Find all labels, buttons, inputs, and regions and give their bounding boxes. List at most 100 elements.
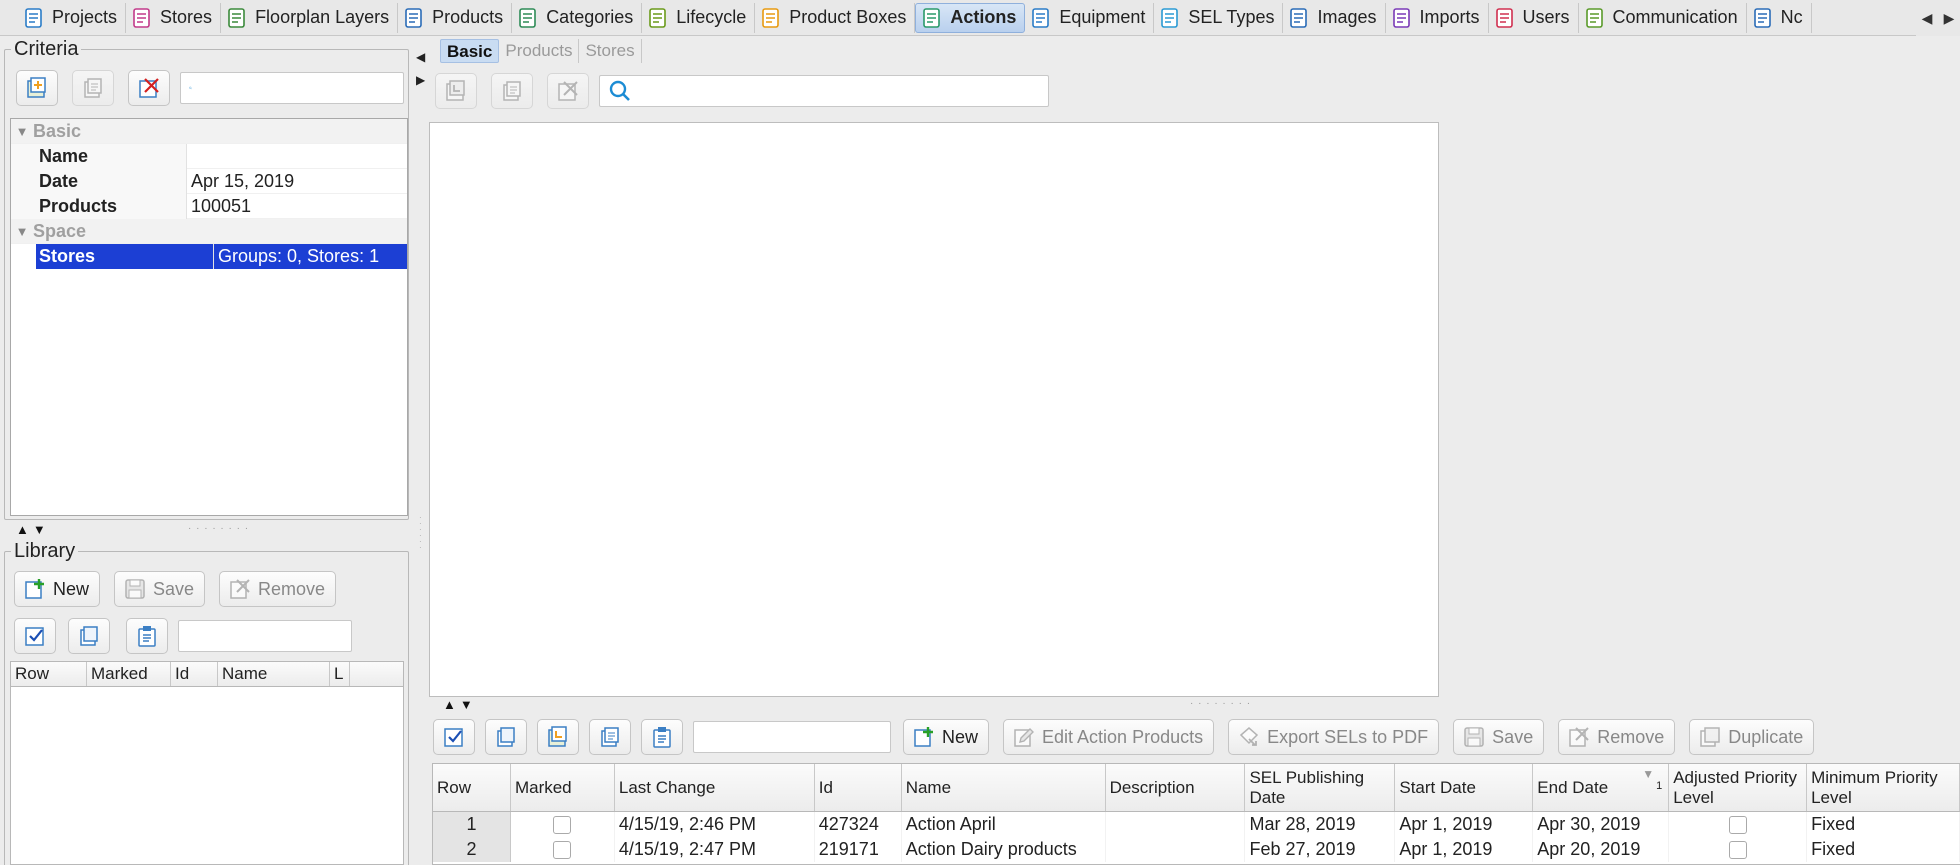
cell-id: 219171: [815, 837, 902, 862]
detail-search-input[interactable]: [636, 82, 1048, 100]
actions-search-input[interactable]: [706, 728, 913, 746]
cell-name: Action Dairy products: [902, 837, 1106, 862]
section-basic[interactable]: ▼ Basic: [11, 119, 407, 144]
library-clipboard-button[interactable]: [126, 618, 168, 654]
tab-images[interactable]: Images: [1283, 2, 1386, 33]
property-value[interactable]: [187, 144, 407, 169]
marked-checkbox[interactable]: [553, 841, 572, 860]
product-boxes-icon: [760, 7, 782, 29]
cell-min-priority: Fixed: [1807, 812, 1960, 837]
property-date[interactable]: Date Apr 15, 2019: [11, 168, 407, 194]
column-name[interactable]: Name: [902, 764, 1106, 811]
subtab-products[interactable]: Products: [499, 39, 580, 63]
expand-triangle-icon[interactable]: ▼: [11, 224, 33, 239]
tab-lifecycle[interactable]: Lifecycle: [642, 2, 756, 33]
communication-icon: [1584, 7, 1606, 29]
actions-list-button[interactable]: [589, 719, 631, 755]
property-value[interactable]: 100051: [187, 194, 407, 219]
actions-copy-button[interactable]: [485, 719, 527, 755]
stores-icon: [131, 7, 153, 29]
column-description[interactable]: Description: [1106, 764, 1246, 811]
library-new-button[interactable]: New: [14, 571, 101, 607]
column-last-change[interactable]: Last Change: [615, 764, 815, 811]
marked-checkbox[interactable]: [553, 816, 572, 835]
adjusted-checkbox[interactable]: [1728, 816, 1747, 835]
criteria-splitter-grip[interactable]: · · · · · · · ·: [188, 523, 249, 534]
tab-sel-types[interactable]: SEL Types: [1154, 2, 1284, 33]
tab-users[interactable]: Users: [1489, 2, 1579, 33]
actions-save-button[interactable]: Save: [1453, 719, 1545, 755]
tab-communication[interactable]: Communication: [1579, 2, 1747, 33]
expand-triangle-icon[interactable]: ▼: [11, 124, 33, 139]
tab-products[interactable]: Products: [398, 2, 513, 33]
detail-import-button[interactable]: [435, 73, 477, 109]
criteria-clear-button[interactable]: [128, 70, 170, 106]
actions-clipboard-button[interactable]: [641, 719, 683, 755]
edit-action-products-button[interactable]: Edit Action Products: [1003, 719, 1215, 755]
library-column-id[interactable]: Id: [171, 662, 218, 686]
criteria-search-input[interactable]: [196, 79, 403, 97]
criteria-add-button[interactable]: [16, 70, 58, 106]
export-sels-button[interactable]: Export SELs to PDF: [1228, 719, 1440, 755]
column-adjusted[interactable]: Adjusted Priority Level: [1669, 764, 1808, 811]
column-row[interactable]: Row: [433, 764, 511, 811]
table-row[interactable]: 2 4/15/19, 2:47 PM 219171 Action Dairy prod…: [433, 837, 1960, 862]
adjusted-checkbox[interactable]: [1728, 841, 1747, 860]
property-products[interactable]: Products 100051: [11, 193, 407, 219]
vertical-splitter[interactable]: ◀ ▶ · · · · · ·: [416, 45, 425, 865]
expand-right-icon[interactable]: ▶: [416, 73, 425, 87]
scroll-left-icon[interactable]: ◀: [1922, 10, 1933, 27]
subtab-stores[interactable]: Stores: [579, 39, 642, 63]
column-min-priority[interactable]: Minimum Priority Level: [1807, 764, 1960, 811]
actions-import-button[interactable]: [537, 719, 579, 755]
library-column-l[interactable]: L: [330, 662, 350, 686]
tab-notifications[interactable]: Nc: [1747, 2, 1812, 33]
new-action-button[interactable]: New: [903, 719, 990, 755]
scroll-right-icon[interactable]: ▶: [1944, 10, 1955, 27]
tab-layers[interactable]: Floorplan Layers: [221, 2, 399, 33]
subtab-basic[interactable]: Basic: [440, 39, 500, 63]
detail-splitter-arrows[interactable]: ▲▼: [443, 697, 477, 712]
cell-marked: [511, 837, 615, 862]
tab-equipment[interactable]: Equipment: [1025, 2, 1155, 33]
tab-projects[interactable]: Projects: [18, 2, 127, 33]
column-sel-date[interactable]: SEL Publishing Date: [1245, 764, 1396, 811]
property-value[interactable]: Groups: 0, Stores: 1: [214, 243, 407, 269]
column-id[interactable]: Id: [815, 764, 902, 811]
column-marked[interactable]: Marked: [511, 764, 615, 811]
tab-label: Floorplan Layers: [255, 7, 390, 27]
tab-stores[interactable]: Stores: [126, 2, 222, 33]
tab-actions[interactable]: Actions: [915, 2, 1026, 33]
library-column-name[interactable]: Name: [218, 662, 330, 686]
criteria-copy-button[interactable]: [72, 70, 114, 106]
add-criteria-icon: [27, 77, 46, 98]
criteria-splitter-arrows[interactable]: ▲▼: [16, 522, 50, 537]
library-column-marked[interactable]: Marked: [87, 662, 171, 686]
actions-duplicate-button[interactable]: Duplicate: [1689, 719, 1815, 755]
library-remove-button[interactable]: Remove: [219, 571, 337, 607]
property-stores[interactable]: Stores Groups: 0, Stores: 1: [36, 243, 407, 269]
detail-clear-button[interactable]: [547, 73, 589, 109]
column-start[interactable]: Start Date: [1395, 764, 1534, 811]
clipboard-icon: [653, 727, 671, 748]
library-mark-button[interactable]: [14, 618, 56, 654]
vertical-splitter-grip[interactable]: · · · · · ·: [419, 514, 422, 552]
library-save-button[interactable]: Save: [114, 571, 206, 607]
table-row[interactable]: 1 4/15/19, 2:46 PM 427324 Action April Mar 2…: [433, 812, 1960, 837]
property-name[interactable]: Name: [11, 143, 407, 169]
library-copy-button[interactable]: [68, 618, 110, 654]
actions-remove-button[interactable]: Remove: [1558, 719, 1676, 755]
property-name: Stores: [36, 243, 214, 269]
actions-mark-button[interactable]: [433, 719, 475, 755]
tab-imports[interactable]: Imports: [1386, 2, 1489, 33]
column-end[interactable]: End Date ▼ 1: [1533, 764, 1670, 811]
tab-product-boxes[interactable]: Product Boxes: [755, 2, 916, 33]
property-value[interactable]: Apr 15, 2019: [187, 169, 407, 194]
tab-categories[interactable]: Categories: [512, 2, 643, 33]
library-column-row[interactable]: Row: [11, 662, 87, 686]
library-search-input[interactable]: [191, 627, 398, 645]
collapse-left-icon[interactable]: ◀: [416, 50, 425, 64]
section-space[interactable]: ▼ Space: [11, 219, 407, 244]
detail-splitter-grip[interactable]: · · · · · · · ·: [1190, 698, 1251, 709]
detail-copy-button[interactable]: [491, 73, 533, 109]
